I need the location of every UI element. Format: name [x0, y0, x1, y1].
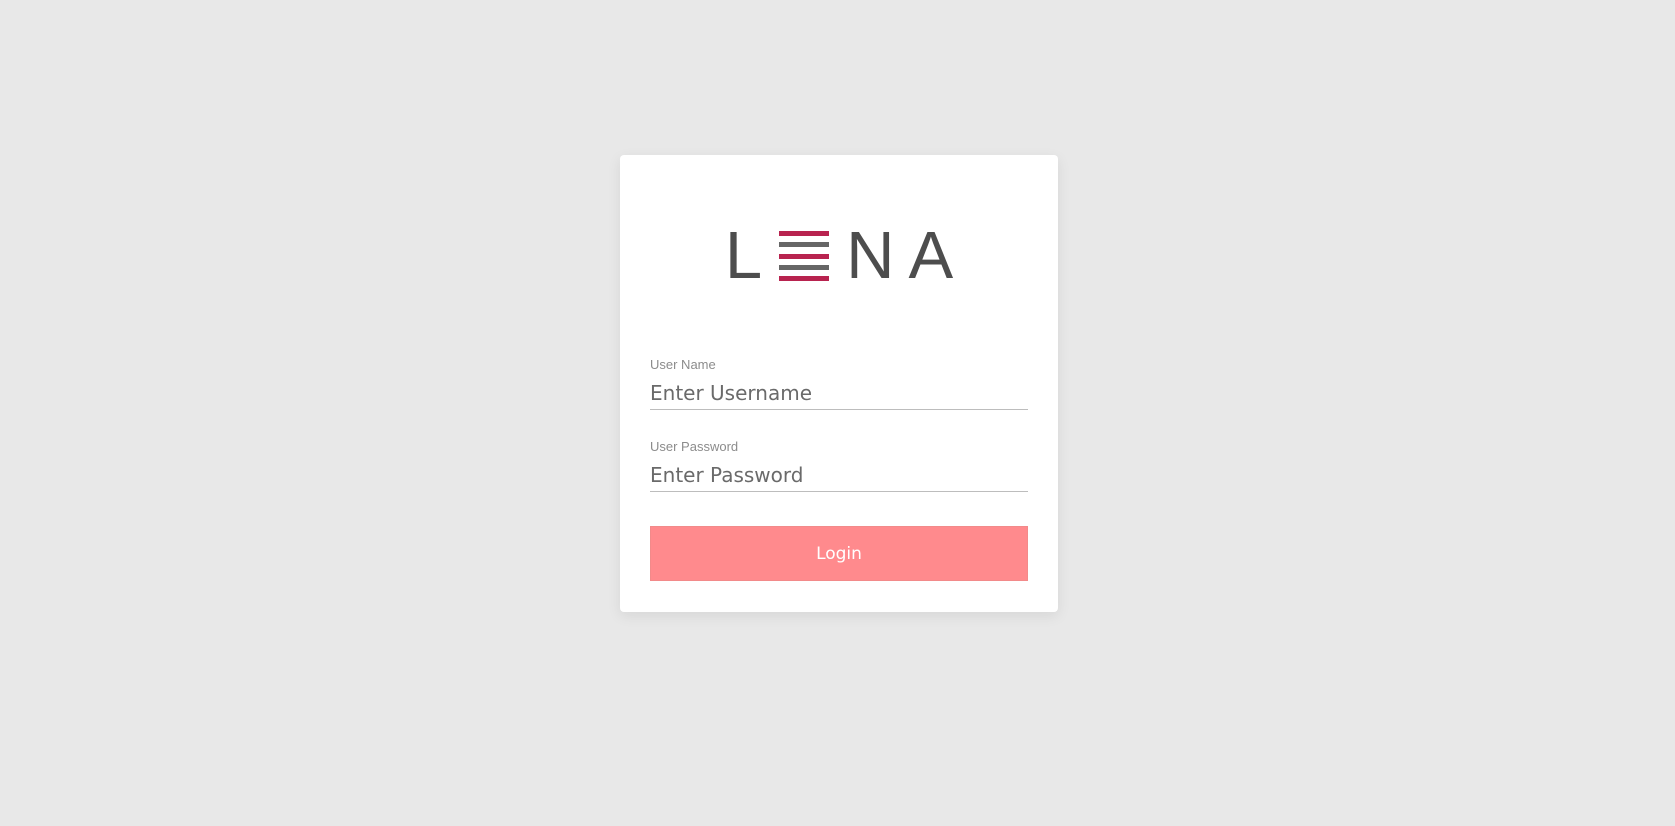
username-field-group: User Name: [650, 357, 1028, 410]
logo-stripe: [779, 242, 830, 248]
logo-stripes-icon: [779, 231, 830, 281]
logo-letter-a: A: [908, 218, 954, 293]
password-field-group: User Password: [650, 439, 1028, 492]
login-card: L N A User Name User Password Login: [620, 155, 1058, 612]
logo-stripe: [779, 253, 830, 259]
password-input[interactable]: [650, 461, 1028, 492]
lena-logo: L N A: [620, 215, 1058, 293]
logo-stripe: [779, 264, 830, 270]
password-label: User Password: [650, 439, 739, 454]
login-button[interactable]: Login: [650, 526, 1028, 581]
logo-letter-n: N: [846, 218, 895, 293]
logo-stripe: [779, 231, 830, 236]
logo-stripe: [779, 276, 830, 281]
logo-letter-l: L: [724, 218, 763, 293]
username-input[interactable]: [650, 379, 1028, 410]
username-label: User Name: [650, 357, 716, 372]
